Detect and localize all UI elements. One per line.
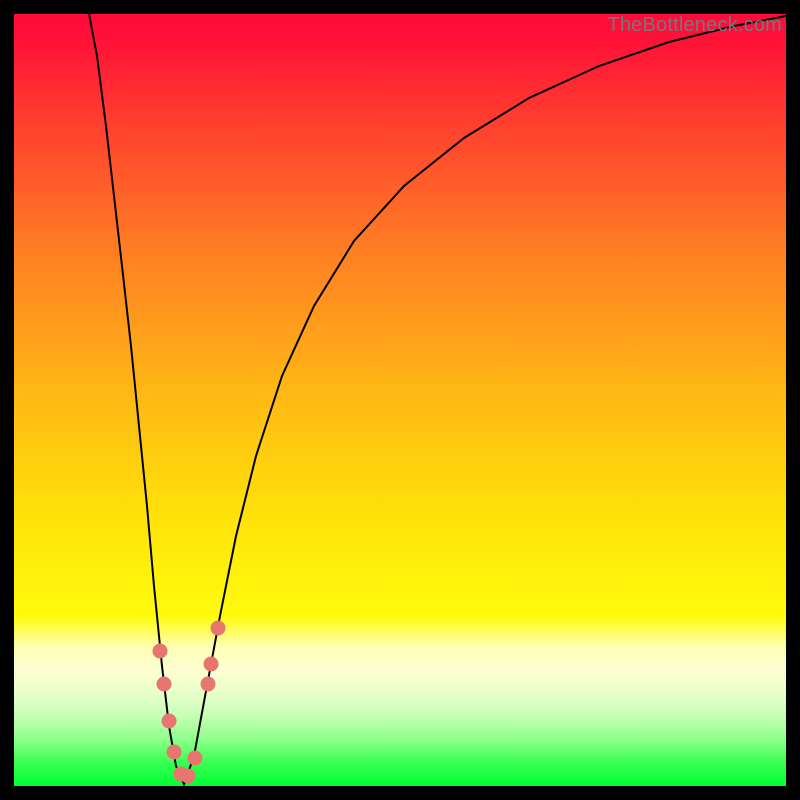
chart-stage: TheBottleneck.com: [0, 0, 800, 800]
highlight-dot: [211, 621, 226, 636]
highlight-dot: [157, 677, 172, 692]
bottleneck-curve: [14, 14, 786, 786]
highlight-dot: [201, 677, 216, 692]
highlight-dot: [153, 644, 168, 659]
watermark-text: TheBottleneck.com: [607, 14, 782, 37]
highlight-dot: [181, 769, 196, 784]
highlight-dot: [167, 745, 182, 760]
highlight-dot: [188, 751, 203, 766]
highlight-dot: [162, 714, 177, 729]
highlight-dot: [204, 657, 219, 672]
